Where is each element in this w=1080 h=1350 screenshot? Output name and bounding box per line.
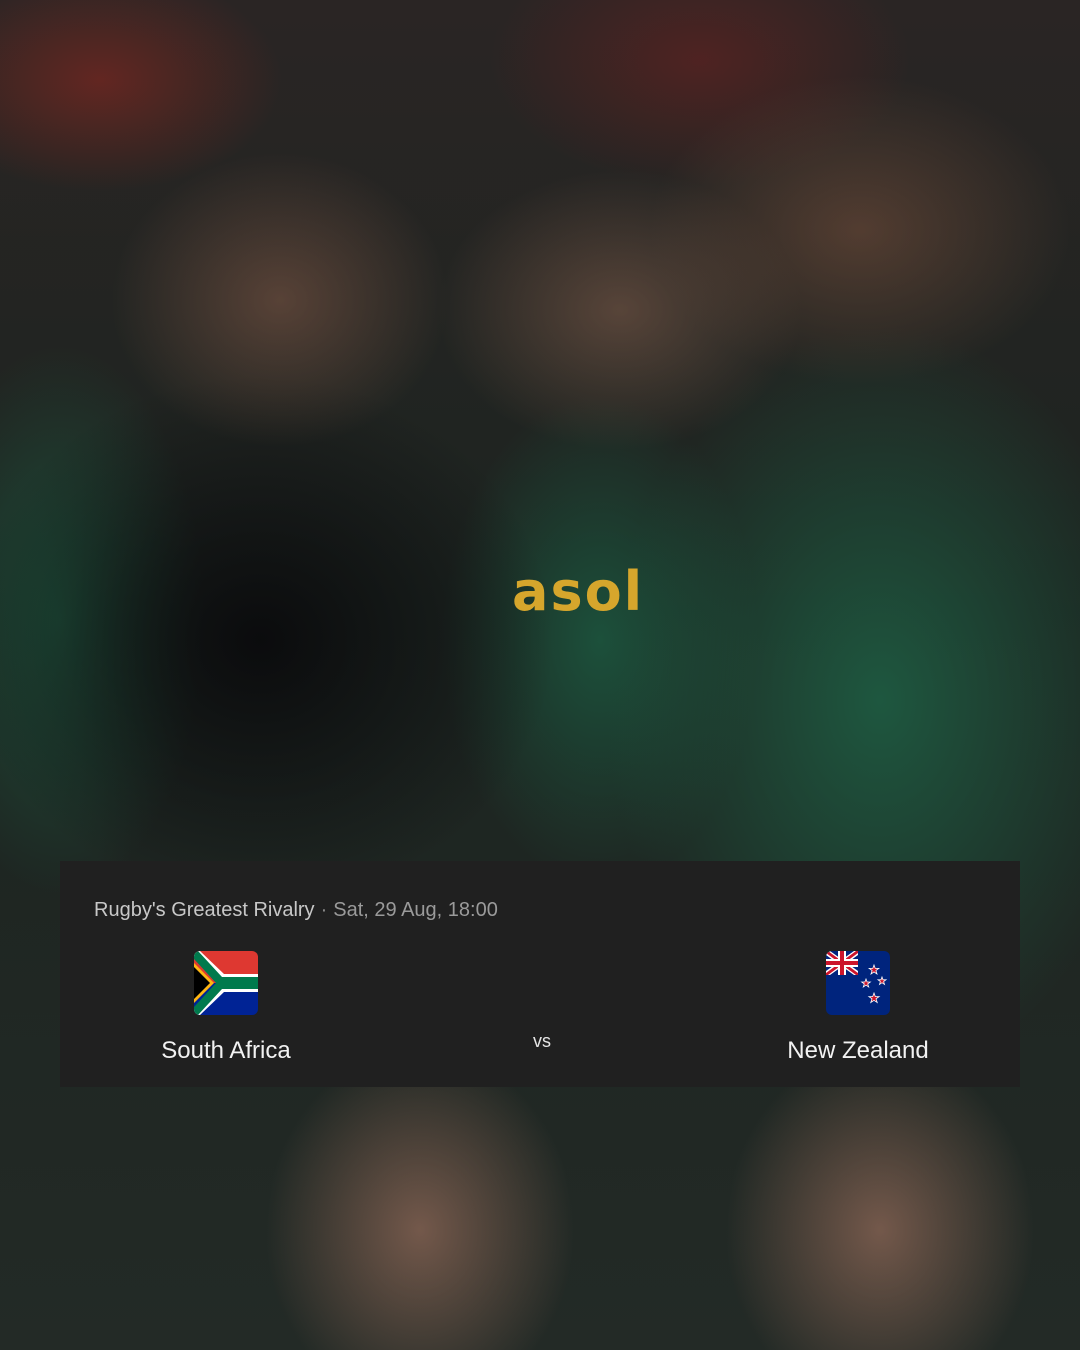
- match-meta: Rugby's Greatest Rivalry · Sat, 29 Aug, 18…: [94, 899, 498, 922]
- south-africa-flag-icon: [194, 951, 258, 1015]
- vs-label: vs: [533, 1031, 551, 1051]
- competition-title: Rugby's Greatest Rivalry: [94, 899, 315, 921]
- new-zealand-flag-icon: [826, 951, 890, 1015]
- match-datetime: Sat, 29 Aug, 18:00: [333, 899, 498, 921]
- away-team-name: New Zealand: [787, 1037, 929, 1064]
- team-away[interactable]: New Zealand: [728, 951, 988, 1065]
- team-home[interactable]: South Africa: [96, 951, 356, 1065]
- home-team-name: South Africa: [161, 1037, 291, 1064]
- match-card[interactable]: Rugby's Greatest Rivalry · Sat, 29 Aug, 18…: [60, 861, 1020, 1087]
- post-stage: asol Rugby's Greatest Rivalry · Sat, 29 Au…: [0, 0, 1080, 1350]
- jersey-sponsor-logo: asol: [512, 560, 645, 623]
- rugby-players-photo: asol: [0, 0, 1080, 1350]
- meta-separator: ·: [320, 899, 328, 921]
